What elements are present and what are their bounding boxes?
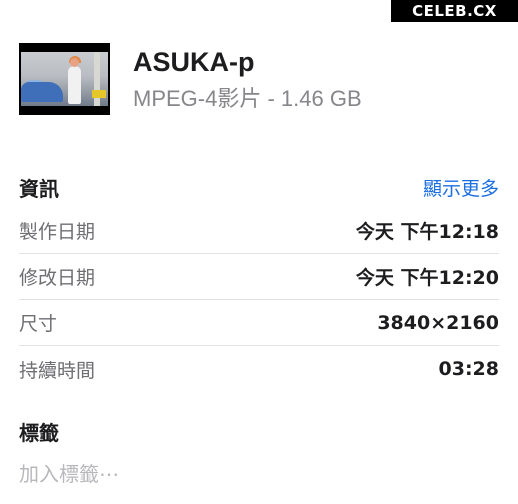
info-row-modified: 修改日期 今天 下午12:20 <box>19 254 499 300</box>
thumbnail-head <box>70 58 79 67</box>
row-value: 今天 下午12:20 <box>355 267 499 289</box>
info-section-title: 資訊 <box>19 176 59 201</box>
add-tags-field[interactable]: 加入標籤⋯ <box>19 458 119 487</box>
thumbnail-frame <box>21 52 108 106</box>
watermark-logo: CELEB.CX <box>391 0 518 22</box>
info-section-header: 資訊 顯示更多 <box>19 172 499 202</box>
tags-section-title: 標籤 <box>19 420 59 445</box>
row-value: 3840×2160 <box>377 311 499 334</box>
file-details: ASUKA-p MPEG-4影片 - 1.46 GB <box>133 46 362 112</box>
row-label: 尺寸 <box>19 313 58 335</box>
file-kind-size: MPEG-4影片 - 1.46 GB <box>133 86 362 111</box>
file-info-panel: CELEB.CX ASUKA-p MPEG-4影片 - 1.46 GB 資訊 顯… <box>0 0 518 504</box>
thumbnail-car <box>21 82 63 102</box>
row-label: 持續時間 <box>19 359 96 382</box>
video-thumbnail[interactable] <box>19 43 110 115</box>
row-value: 03:28 <box>438 358 499 380</box>
thumbnail-person <box>68 66 81 104</box>
info-row-created: 製作日期 今天 下午12:18 <box>19 208 499 254</box>
show-more-link[interactable]: 顯示更多 <box>423 174 499 201</box>
file-name: ASUKA-p <box>133 47 255 77</box>
row-value: 今天 下午12:18 <box>355 221 499 243</box>
info-rows: 製作日期 今天 下午12:18 修改日期 今天 下午12:20 尺寸 3840×… <box>19 208 499 392</box>
info-row-duration: 持續時間 03:28 <box>19 346 499 392</box>
file-header: ASUKA-p MPEG-4影片 - 1.46 GB <box>19 42 499 116</box>
info-row-dimensions: 尺寸 3840×2160 <box>19 300 499 346</box>
row-label: 製作日期 <box>19 221 96 243</box>
tags-section-header: 標籤 <box>19 416 499 446</box>
row-label: 修改日期 <box>19 267 96 289</box>
thumbnail-sign <box>92 90 106 98</box>
